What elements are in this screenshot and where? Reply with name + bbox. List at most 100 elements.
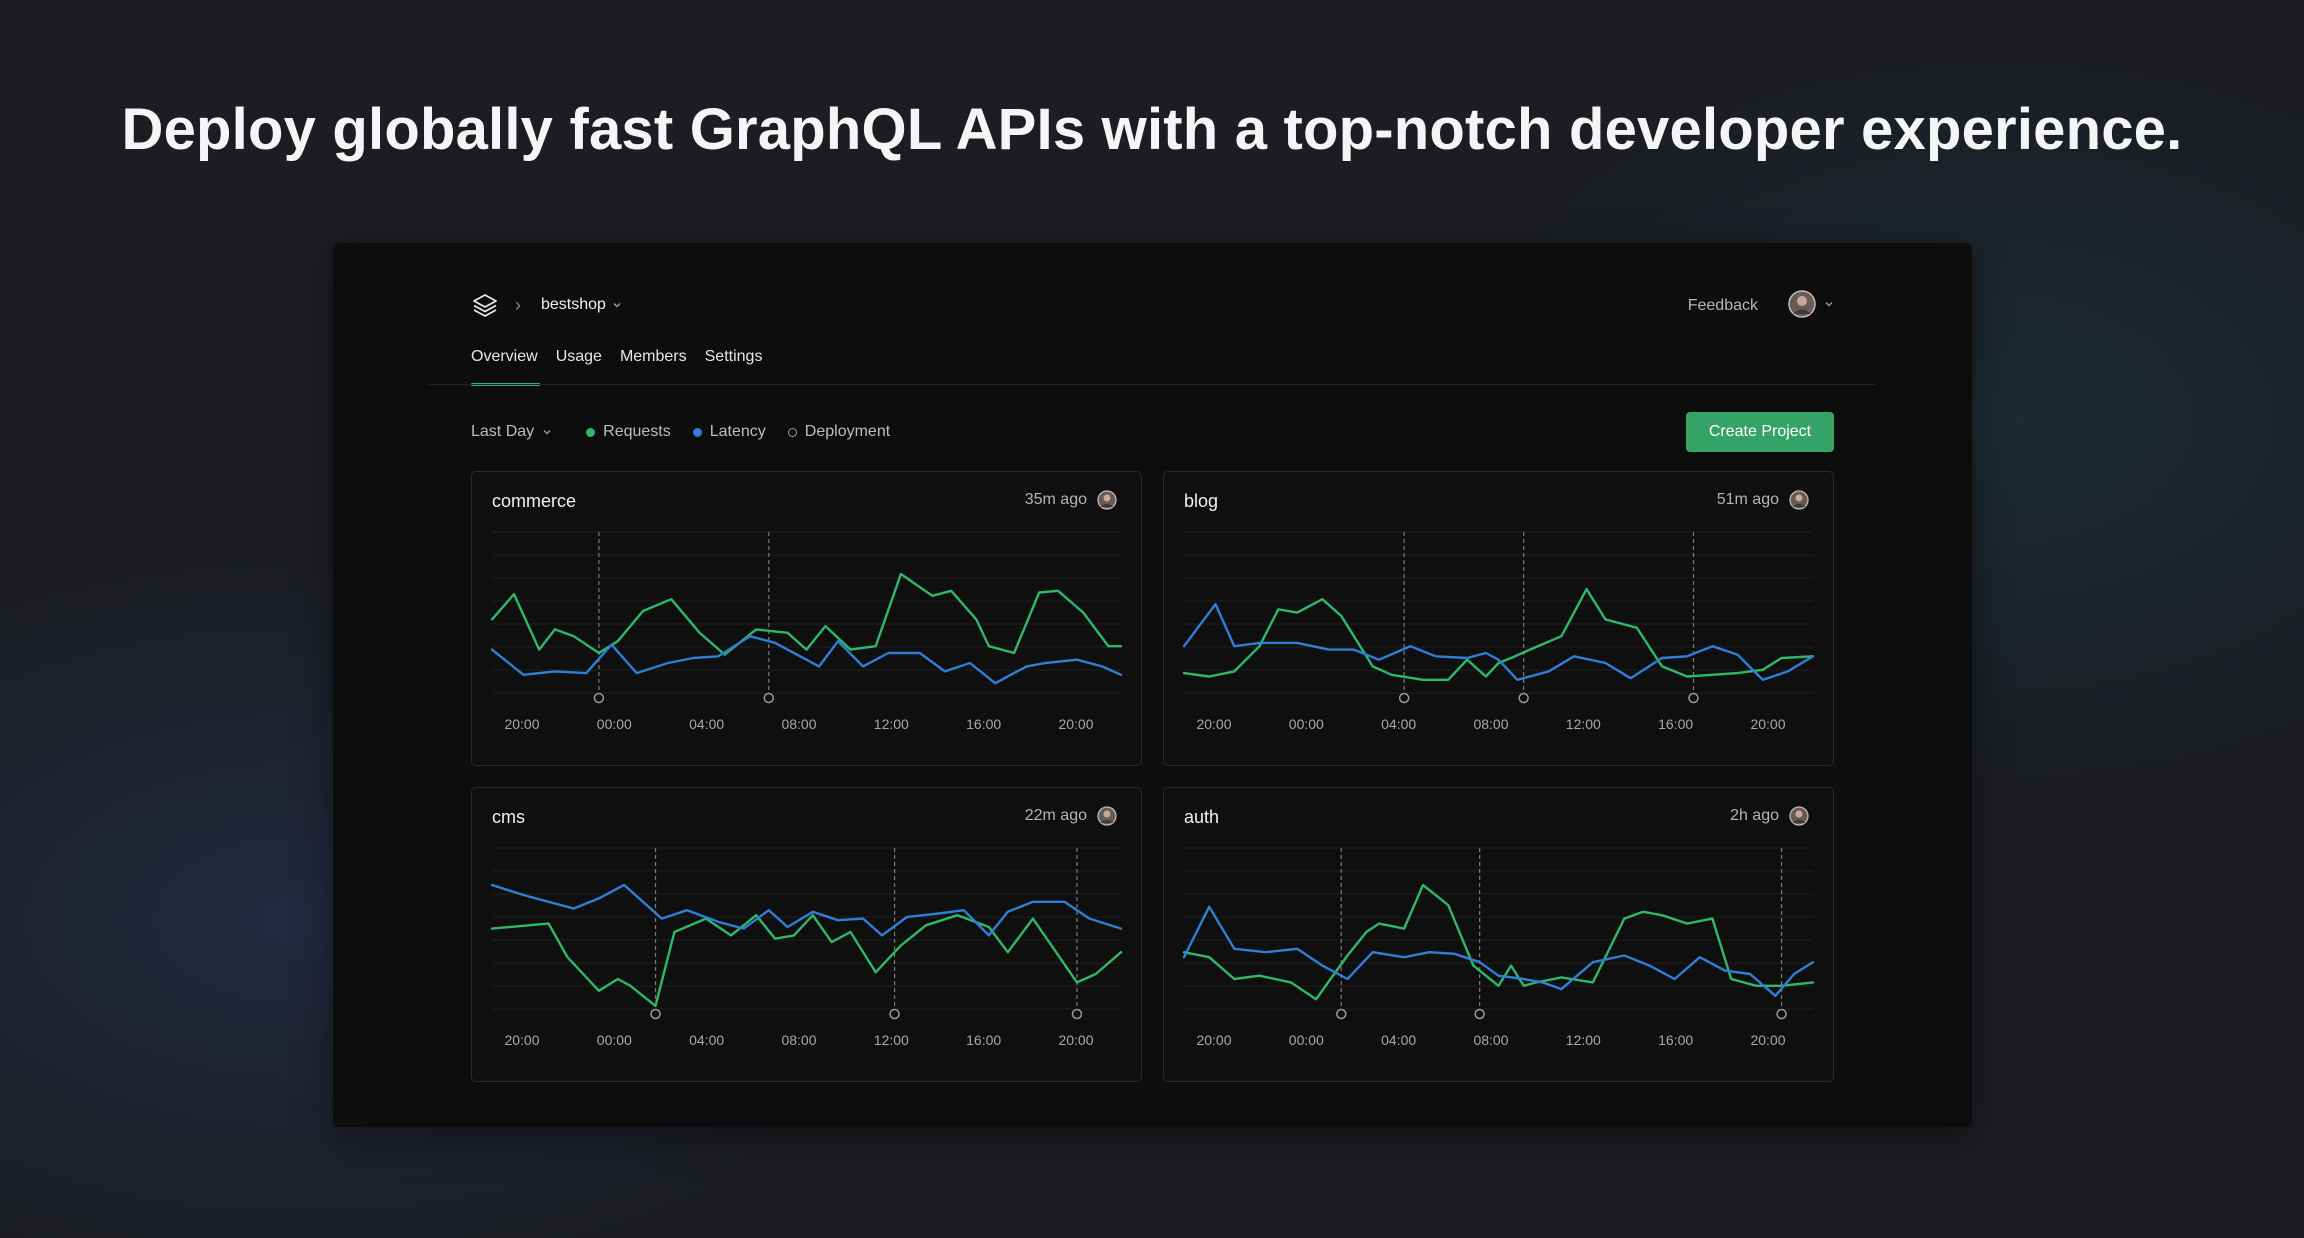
deployment-marker	[763, 692, 775, 704]
x-tick-label: 04:00	[689, 716, 724, 732]
x-tick-label: 00:00	[597, 716, 632, 732]
divider	[429, 384, 1876, 385]
project-card-title[interactable]: auth	[1184, 807, 1219, 828]
x-tick-label: 16:00	[966, 716, 1001, 732]
tab-settings[interactable]: Settings	[705, 348, 763, 384]
deployment-marker	[1776, 1008, 1787, 1020]
tab-bar: Overview Usage Members Settings	[471, 348, 763, 386]
deployment-marker	[1688, 692, 1699, 704]
legend-latency-label: Latency	[709, 423, 766, 440]
avatar	[1789, 806, 1809, 826]
hero-headline: Deploy globally fast GraphQL APIs with a…	[121, 97, 2183, 162]
legend-deployment[interactable]: Deployment	[787, 423, 891, 441]
x-tick-label: 20:00	[1058, 716, 1093, 732]
series-line-requests	[1182, 883, 1815, 1001]
deployment-marker	[889, 1008, 900, 1020]
last-deployed-time: 51m ago	[1716, 491, 1779, 508]
series-line-latency	[1182, 602, 1815, 682]
avatar	[1788, 290, 1816, 318]
x-tick-label: 20:00	[504, 1032, 539, 1048]
topbar: › bestshop Feedback	[471, 288, 1834, 324]
project-card-title[interactable]: blog	[1184, 491, 1218, 512]
chart-cms: 20:00 00:00 04:00 08:00 12:00 16:00 20:00	[490, 847, 1123, 1048]
last-deployed-time: 35m ago	[1024, 491, 1087, 508]
deployment-marker	[593, 692, 605, 704]
x-tick-label: 16:00	[966, 1032, 1001, 1048]
time-range-value: Last Day	[471, 423, 535, 440]
tab-members[interactable]: Members	[620, 348, 687, 384]
project-card-meta: 35m ago	[1025, 490, 1117, 510]
series-line-requests	[490, 572, 1123, 656]
avatar	[1789, 490, 1809, 510]
project-card[interactable]: 20:00 00:00 04:00 08:00 12:00 16:00 20:00 blog…	[1163, 471, 1834, 766]
tab-usage[interactable]: Usage	[556, 348, 602, 384]
last-deployed-time: 2h ago	[1730, 807, 1779, 824]
chevron-down-icon	[613, 303, 621, 308]
legend-requests-label: Requests	[603, 423, 671, 440]
filter-bar: Last Day Requests Latency Deployment	[471, 420, 890, 444]
project-card-title[interactable]: cms	[492, 807, 525, 828]
x-tick-label: 12:00	[874, 1032, 909, 1048]
deployment-marker	[1398, 692, 1410, 704]
x-tick-label: 08:00	[1473, 716, 1508, 732]
last-deployed-time: 22m ago	[1024, 807, 1087, 824]
x-tick-label: 20:00	[1750, 716, 1785, 732]
x-tick-label: 12:00	[874, 716, 909, 732]
legend-latency[interactable]: Latency	[692, 423, 766, 441]
series-line-latency	[1182, 905, 1815, 998]
legend-deployment-label: Deployment	[804, 423, 891, 440]
x-tick-label: 16:00	[1658, 716, 1693, 732]
latency-dot-icon	[692, 427, 702, 437]
create-project-button[interactable]: Create Project	[1686, 412, 1834, 452]
x-tick-label: 20:00	[1196, 1032, 1231, 1048]
legend-requests[interactable]: Requests	[586, 423, 671, 441]
x-tick-label: 12:00	[1566, 716, 1601, 732]
x-tick-label: 00:00	[1289, 716, 1324, 732]
project-switcher[interactable]: bestshop	[541, 296, 622, 314]
x-tick-label: 20:00	[1196, 716, 1231, 732]
deployment-marker	[650, 1008, 661, 1020]
feedback-link[interactable]: Feedback	[1688, 297, 1758, 315]
x-tick-label: 04:00	[689, 1032, 724, 1048]
time-range-select[interactable]: Last Day	[471, 423, 552, 441]
dashboard-window: › bestshop Feedback Overview Usage Membe…	[333, 243, 1972, 1127]
x-tick-label: 08:00	[781, 716, 816, 732]
project-card[interactable]: 20:00 00:00 04:00 08:00 12:00 16:00 20:00 auth…	[1163, 787, 1834, 1082]
project-card-meta: 51m ago	[1717, 490, 1809, 510]
requests-dot-icon	[586, 427, 596, 437]
chart-commerce: 20:00 00:00 04:00 08:00 12:00 16:00 20:00	[490, 531, 1123, 732]
avatar	[1097, 490, 1117, 510]
chart-blog: 20:00 00:00 04:00 08:00 12:00 16:00 20:00	[1182, 531, 1815, 732]
user-menu[interactable]	[1788, 290, 1834, 318]
x-tick-label: 20:00	[1058, 1032, 1093, 1048]
avatar	[1097, 806, 1117, 826]
x-tick-label: 08:00	[781, 1032, 816, 1048]
deployment-marker	[1071, 1008, 1083, 1020]
project-card-meta: 2h ago	[1730, 806, 1809, 826]
project-card[interactable]: 20:00 00:00 04:00 08:00 12:00 16:00 20:00 cms …	[471, 787, 1142, 1082]
deployment-circle-icon	[787, 427, 797, 437]
x-tick-label: 00:00	[597, 1032, 632, 1048]
x-tick-label: 04:00	[1381, 716, 1416, 732]
x-tick-label: 04:00	[1381, 1032, 1416, 1048]
series-line-requests	[490, 913, 1123, 1008]
x-tick-label: 08:00	[1473, 1032, 1508, 1048]
deployment-marker	[1336, 1008, 1347, 1020]
series-line-requests	[1182, 587, 1815, 682]
breadcrumb-chevron-icon: ›	[515, 295, 521, 315]
x-tick-label: 00:00	[1289, 1032, 1324, 1048]
stack-layers-icon[interactable]	[471, 292, 499, 320]
x-tick-label: 12:00	[1566, 1032, 1601, 1048]
project-name: bestshop	[541, 296, 606, 313]
chart-auth: 20:00 00:00 04:00 08:00 12:00 16:00 20:00	[1182, 847, 1815, 1048]
tab-overview[interactable]: Overview	[471, 348, 540, 386]
deployment-marker	[1474, 1008, 1485, 1020]
project-card-meta: 22m ago	[1025, 806, 1117, 826]
project-card[interactable]: 20:00 00:00 04:00 08:00 12:00 16:00 20:00 comm…	[471, 471, 1142, 766]
project-card-title[interactable]: commerce	[492, 491, 576, 512]
x-tick-label: 16:00	[1658, 1032, 1693, 1048]
chevron-down-icon	[543, 430, 551, 435]
x-tick-label: 20:00	[1750, 1032, 1785, 1048]
project-grid: 20:00 00:00 04:00 08:00 12:00 16:00 20:00 comm…	[471, 471, 1834, 1082]
chevron-down-icon	[1825, 302, 1833, 307]
